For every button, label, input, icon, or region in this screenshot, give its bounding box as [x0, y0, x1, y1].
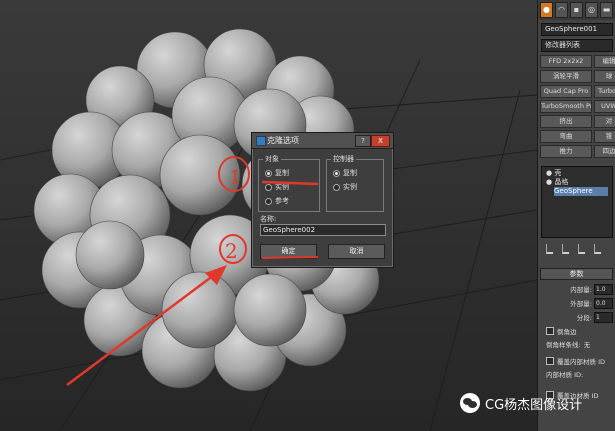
annotation-underline-ok	[261, 256, 319, 259]
annotation-overlay: 1 2	[66, 156, 319, 387]
annotation-arrow-line	[66, 270, 219, 387]
annotation-underline-copy	[261, 180, 319, 186]
annotation-arrowhead	[205, 265, 227, 285]
wechat-icon	[460, 393, 480, 413]
watermark-text: CG杨杰图像设计	[485, 397, 583, 413]
annotation-number-1: 1	[229, 165, 242, 189]
annotation-number-2: 2	[225, 239, 238, 263]
3dsmax-window: ● ◠ ▪ ◎ ▬ GeoSphere001 修改器列表 FFD 2x2x2 编…	[0, 0, 615, 431]
watermark: CG杨杰图像设计	[460, 392, 582, 414]
